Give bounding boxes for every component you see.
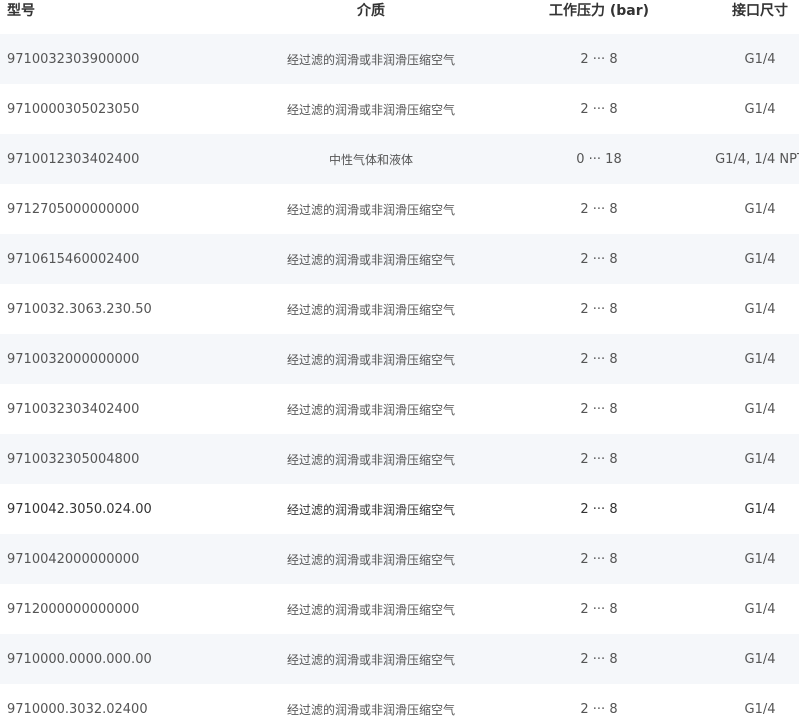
cell-medium: 经过滤的润滑或非润滑压缩空气 bbox=[286, 452, 455, 467]
cell-port: G1/4, 1/4 NPT bbox=[715, 151, 799, 167]
cell-port: G1/4 bbox=[744, 301, 776, 317]
table-row[interactable]: 9710032303900000 经过滤的润滑或非润滑压缩空气 2 ··· 8 … bbox=[0, 34, 799, 84]
cell-pressure: 2 ··· 8 bbox=[580, 601, 618, 617]
table-row[interactable]: 9710032303402400 经过滤的润滑或非润滑压缩空气 2 ··· 8 … bbox=[0, 384, 799, 434]
table-row[interactable]: 9710042000000000 经过滤的润滑或非润滑压缩空气 2 ··· 8 … bbox=[0, 534, 799, 584]
cell-pressure: 2 ··· 8 bbox=[580, 251, 618, 267]
cell-pressure: 2 ··· 8 bbox=[580, 651, 618, 667]
cell-medium: 经过滤的润滑或非润滑压缩空气 bbox=[286, 252, 455, 267]
table-row[interactable]: 9710615460002400 经过滤的润滑或非润滑压缩空气 2 ··· 8 … bbox=[0, 234, 799, 284]
header-model[interactable]: 型号 bbox=[7, 0, 35, 34]
cell-medium: 中性气体和液体 bbox=[328, 152, 413, 167]
cell-pressure: 2 ··· 8 bbox=[580, 401, 618, 417]
table-row[interactable]: 9712705000000000 经过滤的润滑或非润滑压缩空气 2 ··· 8 … bbox=[0, 184, 799, 234]
cell-pressure: 2 ··· 8 bbox=[580, 101, 618, 117]
cell-model: 9710032303900000 bbox=[7, 51, 140, 67]
cell-port: G1/4 bbox=[744, 251, 776, 267]
table-row[interactable]: 9710012303402400 中性气体和液体 0 ··· 18 G1/4, … bbox=[0, 134, 799, 184]
cell-model: 9712705000000000 bbox=[7, 201, 140, 217]
cell-medium: 经过滤的润滑或非润滑压缩空气 bbox=[286, 352, 455, 367]
cell-pressure: 2 ··· 8 bbox=[580, 451, 618, 467]
cell-port: G1/4 bbox=[744, 601, 776, 617]
cell-pressure: 2 ··· 8 bbox=[580, 551, 618, 567]
cell-medium: 经过滤的润滑或非润滑压缩空气 bbox=[286, 602, 455, 617]
cell-model: 9710000.0000.000.00 bbox=[7, 651, 152, 667]
table-row[interactable]: 9710032305004800 经过滤的润滑或非润滑压缩空气 2 ··· 8 … bbox=[0, 434, 799, 484]
cell-pressure: 2 ··· 8 bbox=[580, 701, 618, 717]
cell-port: G1/4 bbox=[744, 651, 776, 667]
cell-model: 9710000305023050 bbox=[7, 101, 140, 117]
table-row[interactable]: 9710032000000000 经过滤的润滑或非润滑压缩空气 2 ··· 8 … bbox=[0, 334, 799, 384]
header-pressure[interactable]: 工作压力 (bar) bbox=[535, 0, 663, 34]
cell-pressure: 2 ··· 8 bbox=[580, 301, 618, 317]
cell-port: G1/4 bbox=[744, 451, 776, 467]
cell-model: 9710042.3050.024.00 bbox=[7, 501, 152, 517]
cell-model: 9710032303402400 bbox=[7, 401, 140, 417]
cell-medium: 经过滤的润滑或非润滑压缩空气 bbox=[286, 402, 455, 417]
cell-medium: 经过滤的润滑或非润滑压缩空气 bbox=[286, 652, 455, 667]
table-row[interactable]: 9710032.3063.230.50 经过滤的润滑或非润滑压缩空气 2 ···… bbox=[0, 284, 799, 334]
cell-model: 9710012303402400 bbox=[7, 151, 140, 167]
cell-medium: 经过滤的润滑或非润滑压缩空气 bbox=[286, 552, 455, 567]
table-row[interactable]: 9712000000000000 经过滤的润滑或非润滑压缩空气 2 ··· 8 … bbox=[0, 584, 799, 634]
cell-model: 9710615460002400 bbox=[7, 251, 140, 267]
cell-port: G1/4 bbox=[744, 351, 776, 367]
cell-pressure: 2 ··· 8 bbox=[580, 501, 618, 517]
cell-port: G1/4 bbox=[744, 401, 776, 417]
header-port[interactable]: 接口尺寸 bbox=[695, 0, 799, 34]
cell-medium: 经过滤的润滑或非润滑压缩空气 bbox=[286, 502, 455, 517]
cell-model: 9710042000000000 bbox=[7, 551, 140, 567]
cell-medium: 经过滤的润滑或非润滑压缩空气 bbox=[286, 702, 455, 717]
table-row[interactable]: 9710000.3032.02400 经过滤的润滑或非润滑压缩空气 2 ··· … bbox=[0, 684, 799, 728]
table-row[interactable]: 9710042.3050.024.00 经过滤的润滑或非润滑压缩空气 2 ···… bbox=[0, 484, 799, 534]
cell-port: G1/4 bbox=[744, 701, 776, 717]
product-table: 型号 介质 工作压力 (bar) 接口尺寸 9710032303900000 经… bbox=[0, 0, 799, 728]
cell-pressure: 2 ··· 8 bbox=[580, 201, 618, 217]
cell-port: G1/4 bbox=[744, 101, 776, 117]
cell-port: G1/4 bbox=[744, 501, 776, 517]
cell-model: 9710032305004800 bbox=[7, 451, 140, 467]
cell-port: G1/4 bbox=[744, 551, 776, 567]
cell-pressure: 2 ··· 8 bbox=[580, 51, 618, 67]
cell-medium: 经过滤的润滑或非润滑压缩空气 bbox=[286, 302, 455, 317]
cell-pressure: 0 ··· 18 bbox=[576, 151, 622, 167]
cell-model: 9710032000000000 bbox=[7, 351, 140, 367]
cell-port: G1/4 bbox=[744, 201, 776, 217]
table-row[interactable]: 9710000.0000.000.00 经过滤的润滑或非润滑压缩空气 2 ···… bbox=[0, 634, 799, 684]
cell-medium: 经过滤的润滑或非润滑压缩空气 bbox=[286, 102, 455, 117]
cell-model: 9710000.3032.02400 bbox=[7, 701, 148, 717]
cell-port: G1/4 bbox=[744, 51, 776, 67]
cell-model: 9712000000000000 bbox=[7, 601, 140, 617]
table-row[interactable]: 9710000305023050 经过滤的润滑或非润滑压缩空气 2 ··· 8 … bbox=[0, 84, 799, 134]
cell-medium: 经过滤的润滑或非润滑压缩空气 bbox=[286, 202, 455, 217]
table-header: 型号 介质 工作压力 (bar) 接口尺寸 bbox=[0, 0, 799, 34]
header-medium[interactable]: 介质 bbox=[200, 0, 542, 34]
cell-medium: 经过滤的润滑或非润滑压缩空气 bbox=[286, 52, 455, 67]
cell-model: 9710032.3063.230.50 bbox=[7, 301, 152, 317]
cell-pressure: 2 ··· 8 bbox=[580, 351, 618, 367]
